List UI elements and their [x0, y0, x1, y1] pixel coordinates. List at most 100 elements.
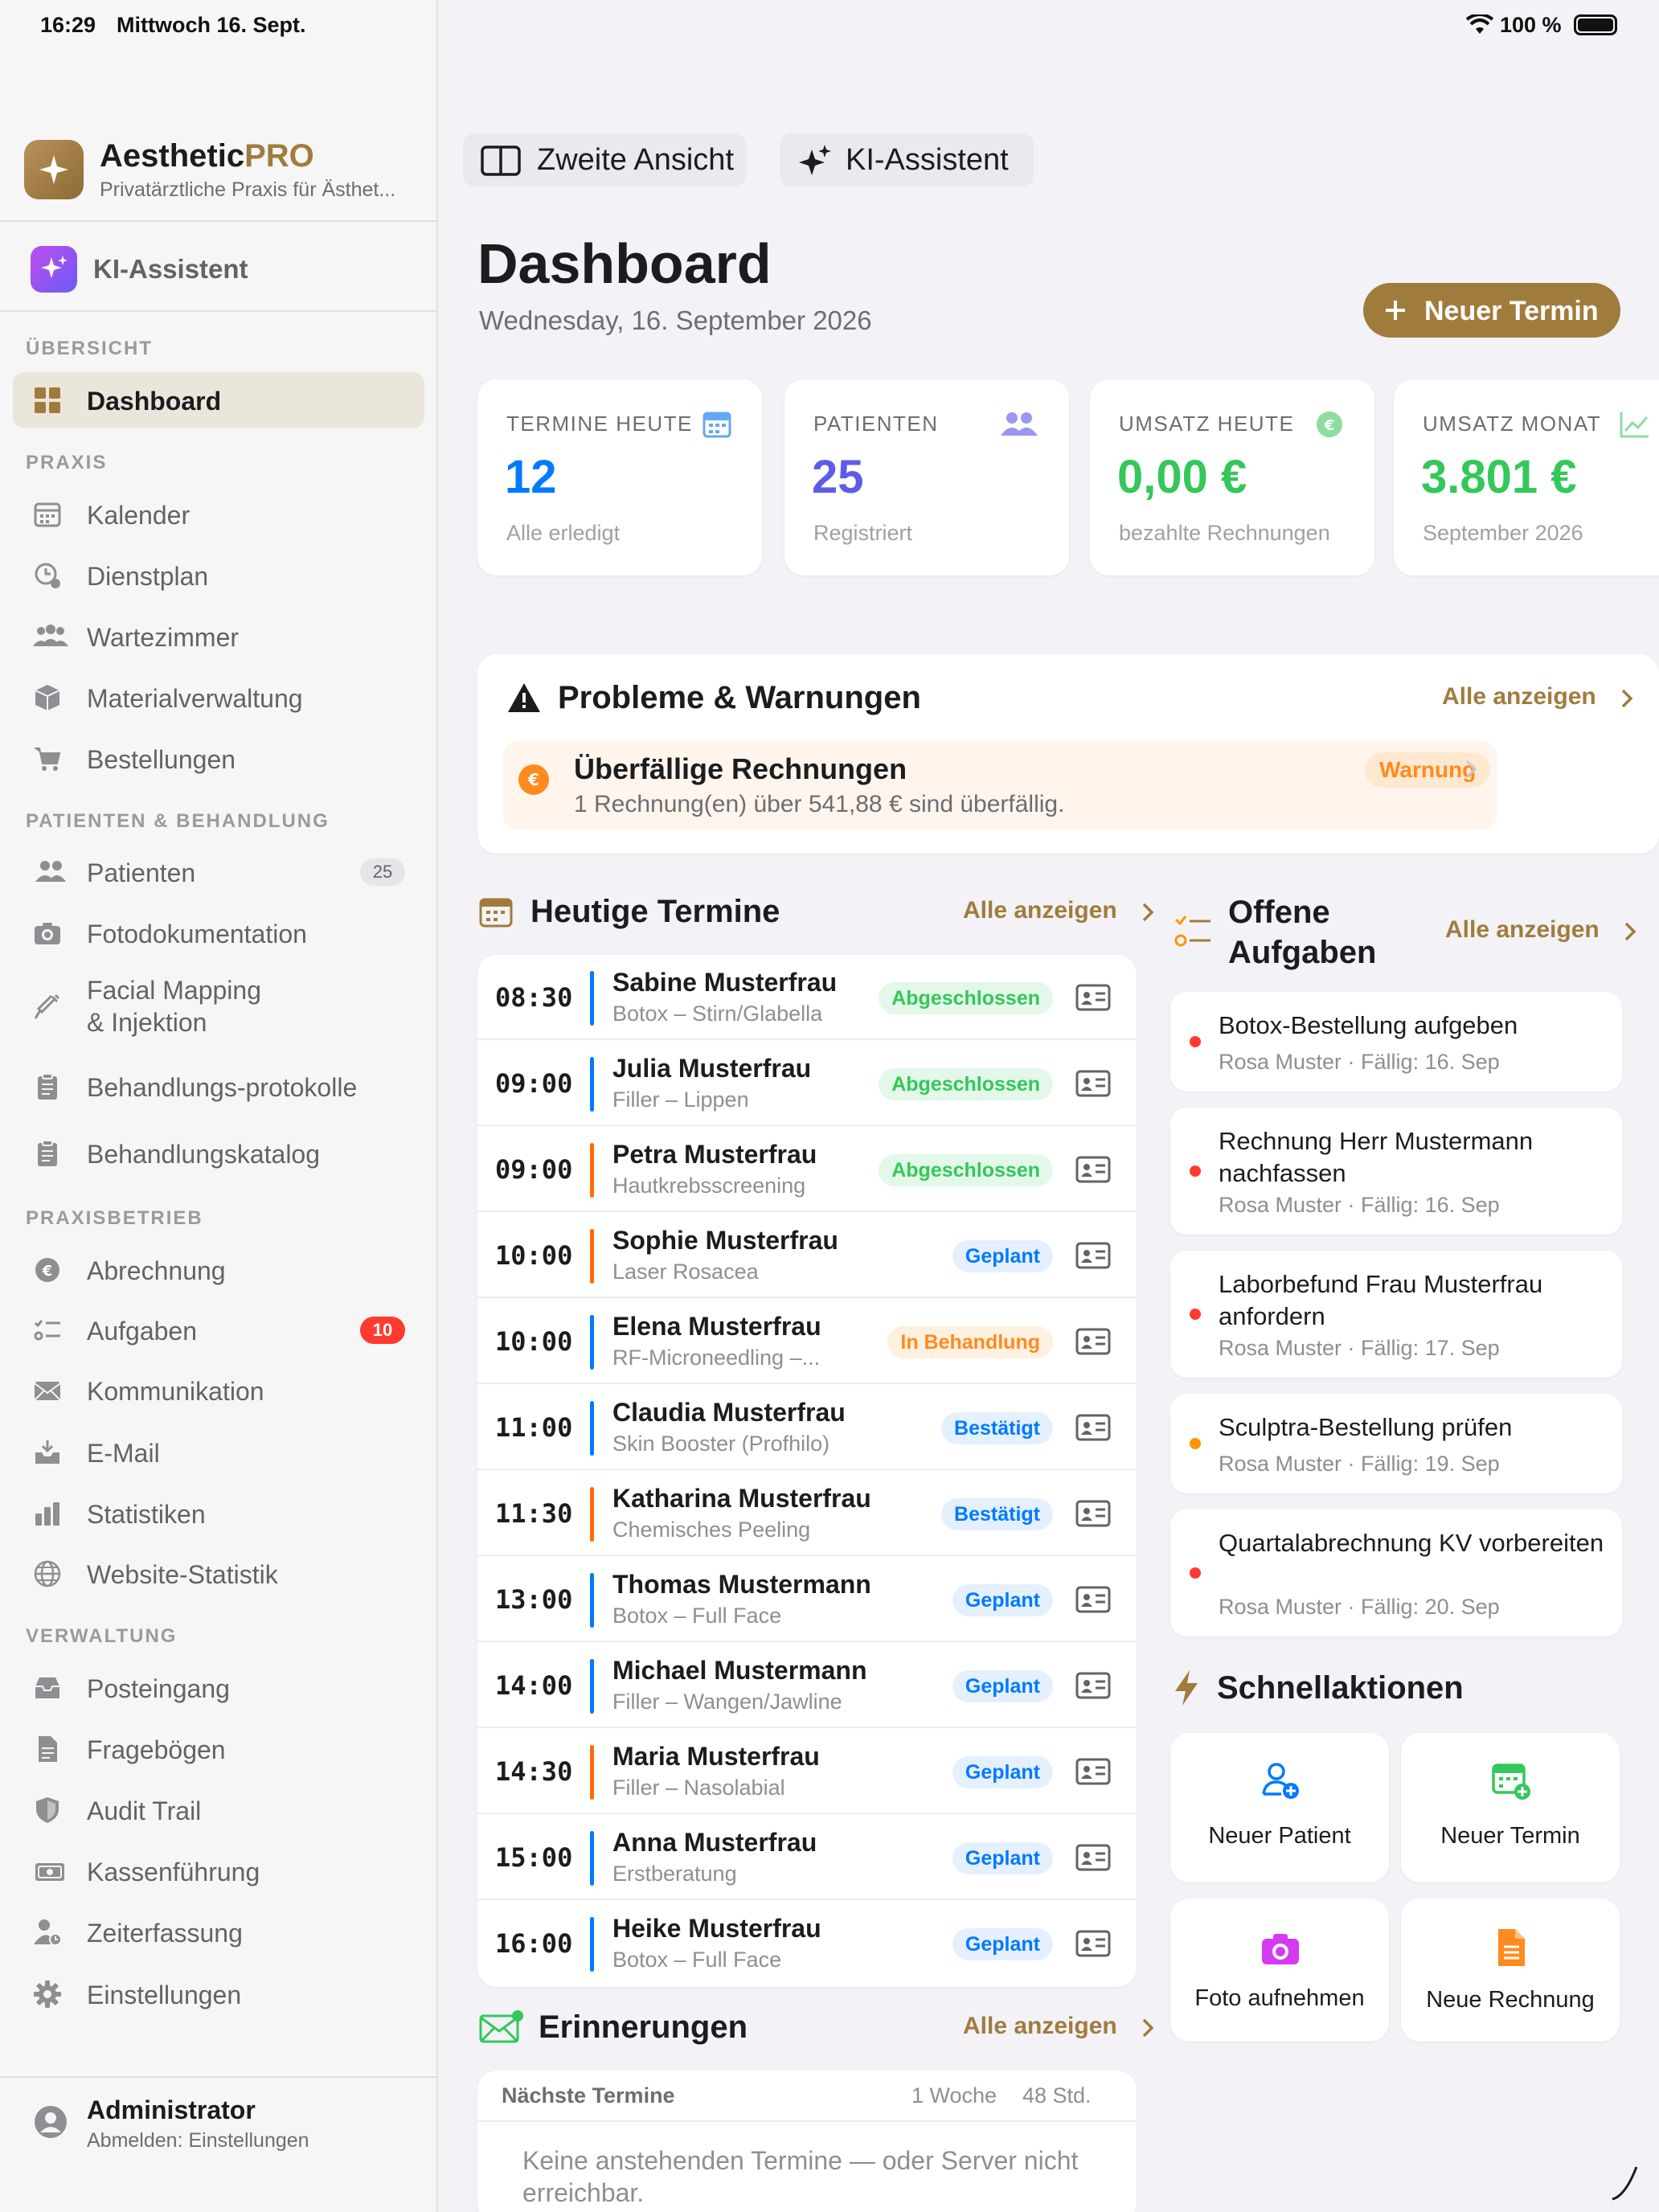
second-view-button[interactable]: Zweite Ansicht — [463, 133, 746, 186]
euro-warning-icon: € — [518, 764, 549, 795]
section-practice: PRAXIS — [26, 452, 108, 473]
appointment-row[interactable]: 10:00 Sophie Musterfrau Laser Rosacea Gepla… — [477, 1213, 1137, 1298]
appointments-show-all-link[interactable]: Alle anzeigen — [963, 897, 1156, 929]
appointment-patient-name: Heike Musterfrau — [612, 1914, 821, 1943]
sidebar-item-fotodokumentation[interactable]: Fotodokumentation — [13, 905, 424, 961]
sidebar-item-dienstplan[interactable]: Dienstplan — [13, 547, 424, 604]
sidebar-item-patienten[interactable]: Patienten 25 — [13, 844, 424, 900]
sidebar-item-posteingang[interactable]: Posteingang — [13, 1660, 424, 1716]
appointment-row[interactable]: 14:00 Michael Mustermann Filler – Wangen/J… — [477, 1643, 1137, 1728]
quick-new-patient-button[interactable]: Neuer Patient — [1170, 1733, 1389, 1882]
sidebar-item-email[interactable]: E-Mail — [13, 1424, 424, 1481]
task-item[interactable]: Rechnung Herr Mustermann nachfassen Rosa … — [1170, 1108, 1622, 1235]
quick-action-label: Neuer Termin — [1440, 1823, 1580, 1849]
appointment-row[interactable]: 11:00 Claudia Musterfrau Skin Booster (Pro… — [477, 1385, 1137, 1470]
sidebar-item-label: Patienten — [87, 858, 196, 887]
appointment-treatment: Filler – Lippen — [612, 1088, 749, 1112]
sidebar-item-website-statistik[interactable]: Website-Statistik — [13, 1546, 424, 1602]
appointment-time: 11:00 — [495, 1412, 573, 1443]
appointment-row[interactable]: 09:00 Petra Musterfrau Hautkrebsscreening A… — [477, 1127, 1137, 1212]
sidebar-item-facial-mapping[interactable]: Facial Mapping & Injektion — [13, 966, 424, 1047]
appointment-row[interactable]: 11:30 Katharina Musterfrau Chemisches Peel… — [477, 1471, 1137, 1556]
cart-icon — [35, 748, 61, 771]
task-item[interactable]: Laborbefund Frau Musterfrau anfordern Ros… — [1170, 1251, 1622, 1378]
sidebar-item-behandlungskatalog[interactable]: Behandlungskatalog — [13, 1125, 424, 1182]
sidebar-item-kalender[interactable]: Kalender — [13, 486, 424, 543]
task-item[interactable]: Botox-Bestellung aufgeben Rosa Muster · F… — [1170, 992, 1622, 1092]
appointment-row[interactable]: 14:30 Maria Musterfrau Filler – Nasolabial… — [477, 1729, 1137, 1814]
appointment-status-badge: Geplant — [952, 1584, 1053, 1616]
user-profile[interactable]: Administrator Abmelden: Einstellungen — [0, 2078, 438, 2174]
sidebar-item-einstellungen[interactable]: Einstellungen — [13, 1966, 424, 2022]
sidebar-item-aufgaben[interactable]: Aufgaben 10 — [13, 1302, 424, 1358]
calendar-icon — [34, 502, 61, 527]
appointment-color-bar — [590, 1143, 594, 1198]
sidebar-item-dashboard[interactable]: Dashboard — [13, 372, 424, 428]
quick-take-photo-button[interactable]: Foto aufnehmen — [1170, 1899, 1389, 2042]
appointment-row[interactable]: 08:30 Sabine Musterfrau Botox – Stirn/Glab… — [477, 955, 1137, 1040]
quick-new-appointment-button[interactable]: Neuer Termin — [1401, 1733, 1620, 1882]
sidebar-item-kassenfuehrung[interactable]: Kassenführung — [13, 1843, 424, 1899]
sidebar-item-frageboegen[interactable]: Fragebögen — [13, 1721, 424, 1777]
quick-new-invoice-button[interactable]: Neue Rechnung — [1401, 1899, 1620, 2042]
patient-card-icon[interactable] — [1075, 1672, 1111, 1699]
sidebar-item-behandlungsprotokolle[interactable]: Behandlungs-protokolle — [13, 1059, 424, 1115]
tasks-show-all-link[interactable]: Alle anzeigen — [1445, 916, 1638, 948]
patient-card-icon[interactable] — [1075, 1070, 1111, 1097]
appointment-patient-name: Anna Musterfrau — [612, 1828, 817, 1857]
stat-sub: bezahlte Rechnungen — [1119, 521, 1330, 545]
sidebar-item-bestellungen[interactable]: Bestellungen — [13, 731, 424, 787]
appointment-treatment: Botox – Full Face — [612, 1948, 782, 1972]
appointment-row[interactable]: 13:00 Thomas Mustermann Botox – Full Face G… — [477, 1557, 1137, 1642]
user-name: Administrator — [87, 2095, 256, 2124]
sidebar-item-kommunikation[interactable]: Kommunikation — [13, 1362, 424, 1419]
sidebar-item-abrechnung[interactable]: € Abrechnung — [13, 1242, 424, 1298]
patient-card-icon[interactable] — [1075, 1242, 1111, 1269]
new-appointment-button[interactable]: Neuer Termin — [1363, 283, 1620, 338]
sidebar-item-wartezimmer[interactable]: Wartezimmer — [13, 608, 424, 665]
warnings-show-all-link[interactable]: Alle anzeigen — [1442, 683, 1635, 715]
reminders-card: Nächste Termine 1 Woche 48 Std. Keine an… — [477, 2071, 1137, 2212]
appointment-color-bar — [590, 1229, 594, 1284]
appointment-row[interactable]: 10:00 Elena Musterfrau RF-Microneedling –.… — [477, 1299, 1137, 1384]
reminders-filter-48h[interactable]: 48 Std. — [1022, 2083, 1092, 2108]
ai-assistant-button[interactable]: KI-Assistent — [780, 133, 1034, 186]
appointment-time: 08:30 — [495, 982, 573, 1013]
reminders-title: Erinnerungen — [539, 2009, 748, 2045]
appointment-row[interactable]: 09:00 Julia Musterfrau Filler – Lippen Abge… — [477, 1041, 1137, 1126]
patient-card-icon[interactable] — [1075, 1500, 1111, 1527]
task-item[interactable]: Quartalabrechnung KV vorbereiten Rosa Mus… — [1170, 1509, 1622, 1636]
checklist-icon — [34, 1320, 60, 1341]
section-admin: VERWALTUNG — [26, 1625, 178, 1647]
appointment-row[interactable]: 15:00 Anna Musterfrau Erstberatung Geplant — [477, 1815, 1137, 1900]
appointment-time: 13:00 — [495, 1584, 573, 1615]
patient-card-icon[interactable] — [1075, 1156, 1111, 1183]
patient-card-icon[interactable] — [1075, 1328, 1111, 1355]
sidebar-item-zeiterfassung[interactable]: Zeiterfassung — [13, 1904, 424, 1960]
add-person-icon — [1262, 1763, 1299, 1799]
reminders-filter-week[interactable]: 1 Woche — [911, 2083, 997, 2108]
appointment-status-badge: Geplant — [952, 1756, 1053, 1788]
appointment-color-bar — [590, 1573, 594, 1628]
patient-card-icon[interactable] — [1075, 1414, 1111, 1441]
appointment-color-bar — [590, 1917, 594, 1972]
patient-card-icon[interactable] — [1075, 1758, 1111, 1785]
task-meta: Rosa Muster · Fällig: 19. Sep — [1219, 1452, 1500, 1476]
appointment-patient-name: Sabine Musterfrau — [612, 968, 838, 997]
sidebar-item-statistiken[interactable]: Statistiken — [13, 1485, 424, 1542]
patient-card-icon[interactable] — [1075, 1930, 1111, 1957]
sidebar-item-materialverwaltung[interactable]: Materialverwaltung — [13, 670, 424, 726]
patient-card-icon[interactable] — [1075, 984, 1111, 1011]
warning-item[interactable]: € Überfällige Rechnungen 1 Rechnung(en) … — [503, 741, 1497, 830]
patient-card-icon[interactable] — [1075, 1844, 1111, 1871]
appointment-row[interactable]: 16:00 Heike Musterfrau Botox – Full Face Ge… — [477, 1901, 1137, 1986]
task-title: Rechnung Herr Mustermann nachfassen — [1219, 1127, 1534, 1187]
reminders-show-all-link[interactable]: Alle anzeigen — [963, 2013, 1156, 2045]
section-patients: PATIENTEN & BEHANDLUNG — [26, 810, 330, 832]
sidebar-item-audit-trail[interactable]: Audit Trail — [13, 1782, 424, 1838]
appointment-status-badge: Abgeschlossen — [879, 982, 1053, 1014]
ai-assistant-link[interactable]: KI-Assistent — [0, 222, 438, 310]
task-item[interactable]: Sculptra-Bestellung prüfen Rosa Muster · … — [1170, 1394, 1622, 1493]
patient-card-icon[interactable] — [1075, 1586, 1111, 1613]
calendar-icon — [703, 412, 731, 438]
